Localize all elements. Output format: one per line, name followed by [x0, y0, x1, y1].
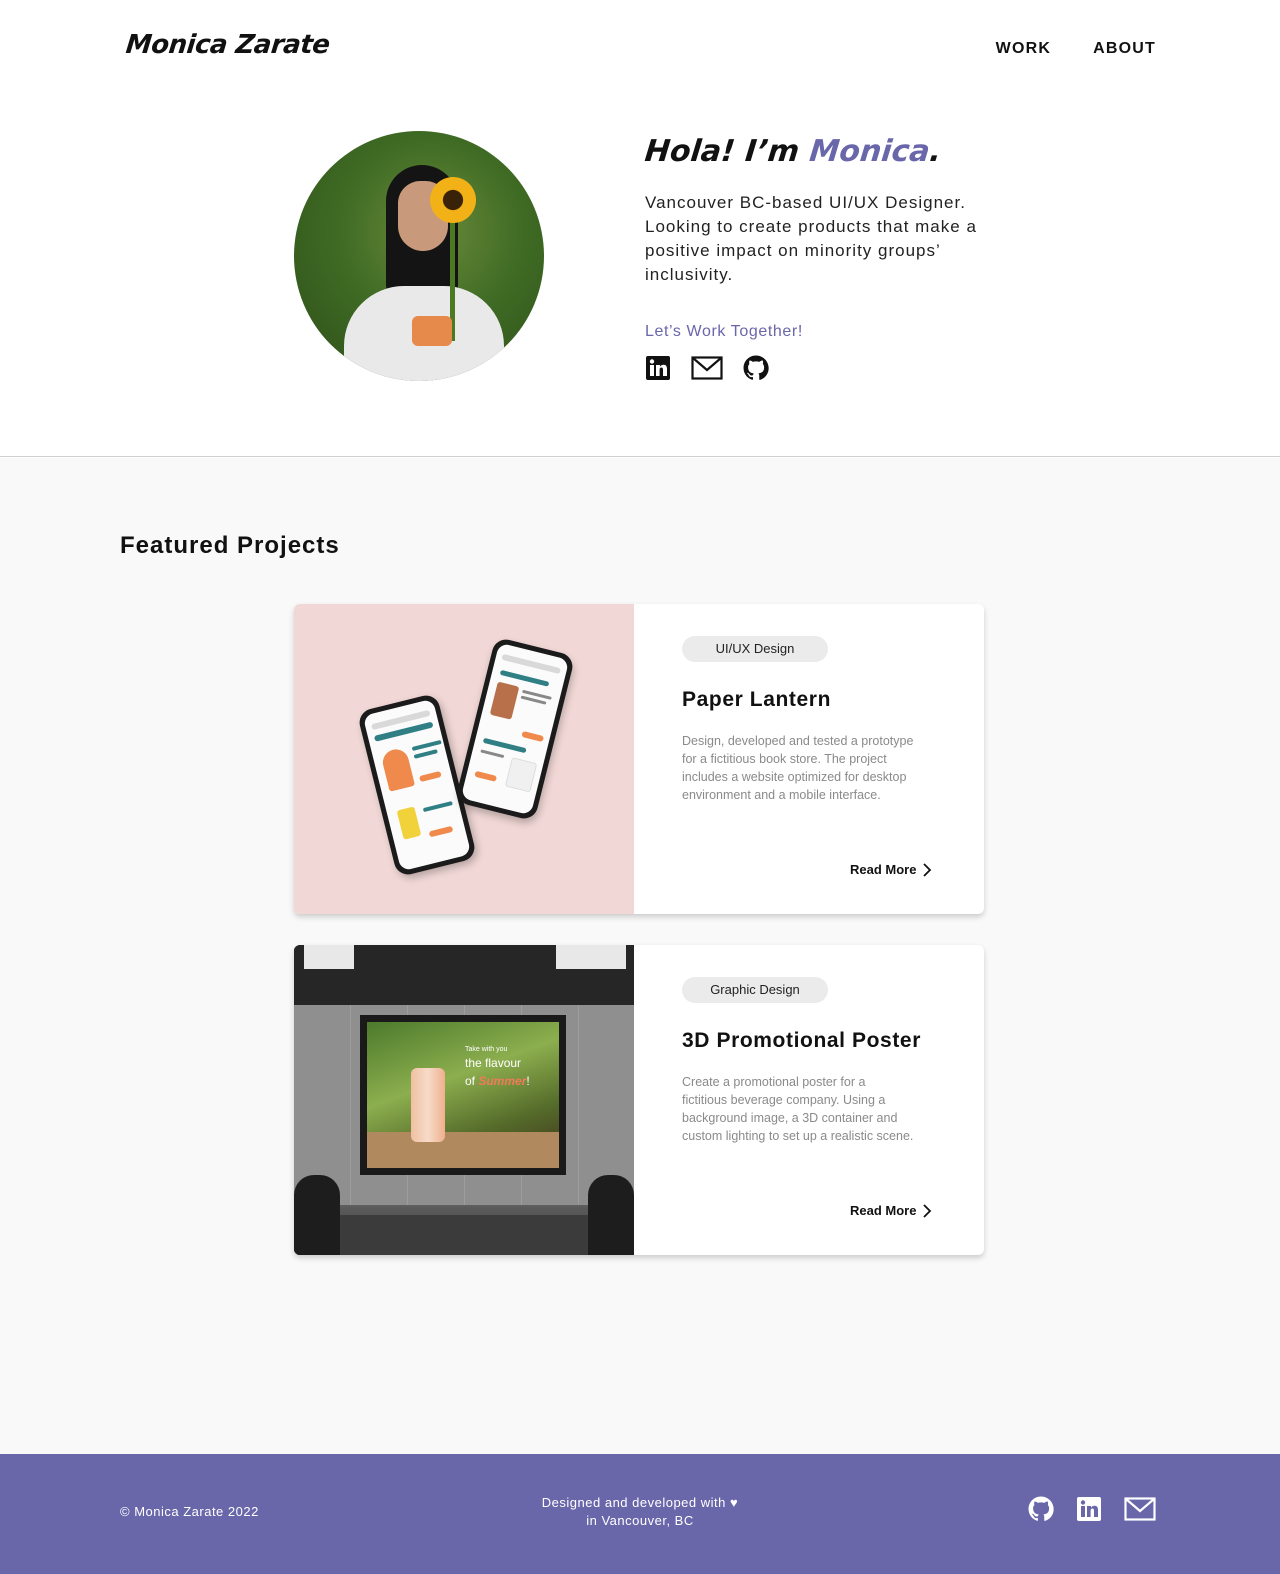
read-more-link[interactable]: Read More — [850, 1203, 932, 1218]
main-nav: WORK ABOUT — [996, 40, 1156, 58]
profile-photo — [294, 131, 544, 381]
github-icon[interactable] — [1028, 1496, 1054, 1522]
project-tag: Graphic Design — [682, 977, 828, 1003]
project-description: Create a promotional poster for a fictit… — [682, 1075, 914, 1143]
project-tag: UI/UX Design — [682, 636, 828, 662]
site-logo[interactable]: Monica Zarate — [124, 30, 331, 60]
site-footer: © Monica Zarate 2022 Designed and develo… — [0, 1454, 1280, 1574]
copyright-text: © Monica Zarate 2022 — [120, 1504, 259, 1519]
hero-bio: Vancouver BC-based UI/UX Designer. Looki… — [645, 193, 977, 284]
nav-work-link[interactable]: WORK — [996, 40, 1051, 58]
read-more-label: Read More — [850, 1203, 917, 1218]
hero-greeting: Hola! I’m Monica. — [643, 134, 944, 169]
hero-social-links — [645, 355, 1005, 381]
github-icon[interactable] — [743, 355, 769, 381]
footer-credit-line1: Designed and developed with ♥ — [541, 1495, 739, 1510]
footer-credit: Designed and developed with ♥ in Vancouv… — [490, 1494, 790, 1530]
project-title[interactable]: Paper Lantern — [682, 688, 831, 712]
nav-about-link[interactable]: ABOUT — [1093, 40, 1156, 58]
section-title: Featured Projects — [120, 532, 340, 559]
project-description: Design, developed and tested a prototype… — [682, 734, 914, 802]
linkedin-icon[interactable] — [645, 355, 671, 381]
project-info: UI/UX Design Paper Lantern Design, devel… — [634, 604, 984, 914]
project-title[interactable]: 3D Promotional Poster — [682, 1029, 921, 1053]
project-info: Graphic Design 3D Promotional Poster Cre… — [634, 945, 984, 1255]
hero-name: Monica — [807, 134, 932, 169]
hero-intro: Hola! I’m Monica. Vancouver BC-based UI/… — [643, 134, 1005, 381]
chevron-right-icon — [923, 1203, 932, 1218]
hero-section: Hola! I’m Monica. Vancouver BC-based UI/… — [0, 100, 1280, 457]
mail-icon[interactable] — [1124, 1497, 1156, 1521]
project-card-3d-poster[interactable]: Take with you the flavour of Summer! Gra… — [294, 945, 984, 1255]
site-header: Monica Zarate WORK ABOUT — [0, 0, 1280, 100]
chevron-right-icon — [923, 862, 932, 877]
projects-section: Featured Projects UI/UX Design Paper Lan… — [0, 458, 1280, 1454]
project-card-paper-lantern[interactable]: UI/UX Design Paper Lantern Design, devel… — [294, 604, 984, 914]
project-thumbnail — [294, 604, 634, 914]
read-more-link[interactable]: Read More — [850, 862, 932, 877]
footer-social-links — [1028, 1496, 1156, 1522]
linkedin-icon[interactable] — [1076, 1496, 1102, 1522]
mail-icon[interactable] — [691, 356, 723, 380]
project-thumbnail: Take with you the flavour of Summer! — [294, 945, 634, 1255]
footer-credit-line2: in Vancouver, BC — [586, 1513, 694, 1528]
read-more-label: Read More — [850, 862, 917, 877]
work-together-link[interactable]: Let’s Work Together! — [645, 323, 1005, 341]
